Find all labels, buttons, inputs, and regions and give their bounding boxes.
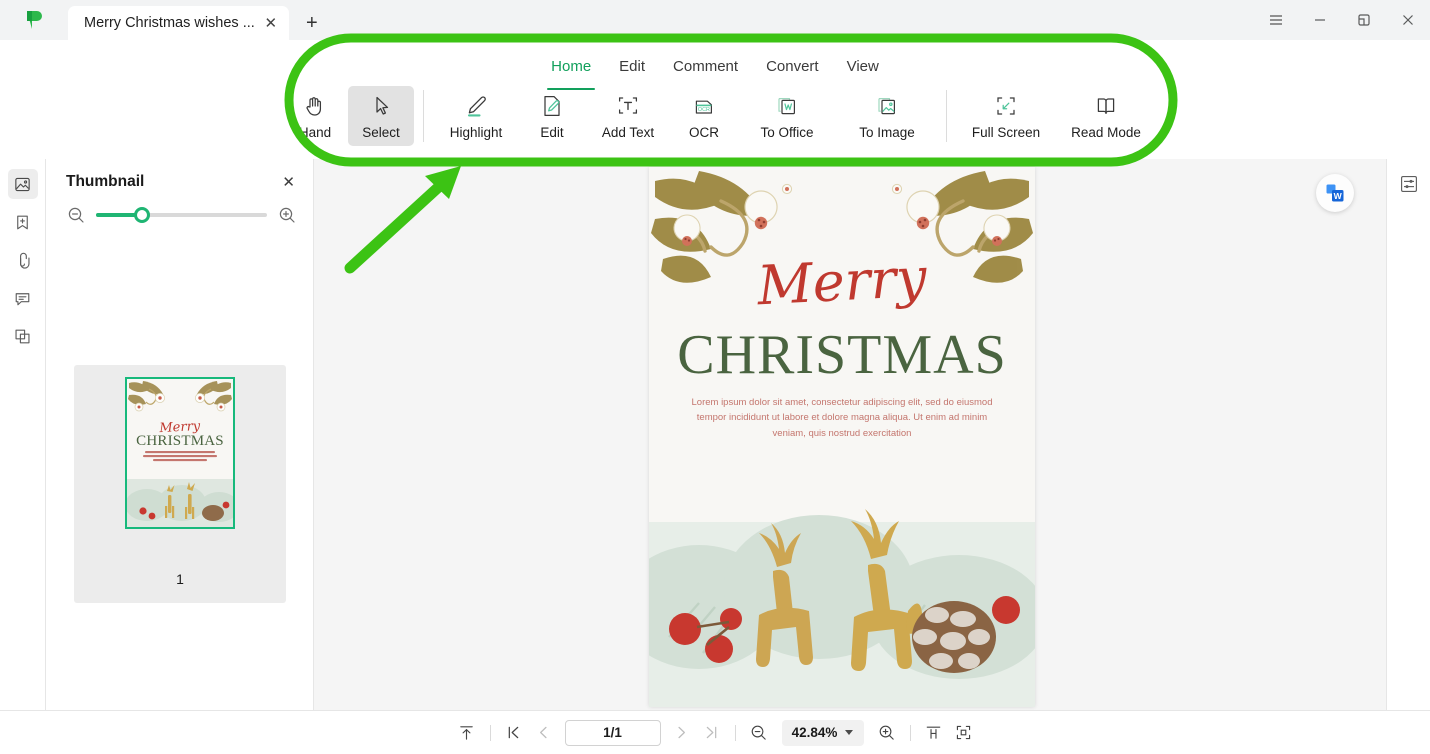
tool-edit-label: Edit [540, 125, 564, 140]
thumbnail-page-preview: Merry CHRISTMAS [125, 377, 235, 529]
thumbnail-zoom-slider[interactable] [96, 207, 267, 223]
window-menu-icon[interactable] [1254, 0, 1298, 40]
tool-select-label: Select [362, 125, 400, 140]
tool-edit[interactable]: Edit [519, 86, 585, 146]
tool-hand[interactable]: Hand [282, 86, 348, 146]
thumbnail-panel-title: Thumbnail [66, 173, 145, 190]
right-panel-rail [1386, 159, 1430, 710]
tool-add-text-label: Add Text [601, 125, 655, 140]
tab-comment[interactable]: Comment [659, 56, 752, 86]
thumbnail-panel: Thumbnail ✕ Merry CHRISTMAS 1 [46, 159, 314, 710]
ribbon-tab-strip: Home Edit Comment Convert View [0, 56, 1430, 90]
tool-to-office[interactable]: To Office [737, 86, 837, 146]
ocr-icon: OCR [691, 92, 717, 120]
thumbnail-zoom-slider-row [46, 191, 313, 225]
document-tab[interactable]: Merry Christmas wishes ... ✕ [68, 6, 289, 40]
divider [734, 724, 736, 741]
open-book-icon [1093, 92, 1119, 120]
tab-home[interactable]: Home [537, 56, 605, 90]
divider [489, 724, 491, 741]
minimize-icon[interactable] [1298, 0, 1342, 40]
page-number-input[interactable]: 1/1 [564, 719, 661, 746]
to-image-icon [874, 92, 900, 120]
tab-edit[interactable]: Edit [605, 56, 659, 86]
thumbnail-panel-header: Thumbnail ✕ [46, 159, 313, 191]
slider-handle[interactable] [133, 207, 150, 223]
previous-page-icon[interactable] [529, 718, 559, 748]
zoom-level-selector[interactable]: 42.84% [781, 719, 864, 746]
tab-convert[interactable]: Convert [752, 56, 833, 86]
thumbnail-page-number: 1 [176, 571, 184, 587]
scroll-to-top-icon[interactable] [452, 718, 482, 748]
restore-icon[interactable] [1342, 0, 1386, 40]
divider [423, 90, 424, 142]
zoom-out-icon[interactable] [744, 718, 774, 748]
title-bar: Merry Christmas wishes ... ✕ + [0, 0, 1430, 40]
tool-full-screen[interactable]: Full Screen [956, 86, 1056, 146]
app-logo-icon [0, 0, 68, 40]
add-text-icon [615, 92, 641, 120]
to-office-word-icon [774, 92, 800, 120]
left-panel-rail [0, 159, 46, 710]
document-page: Merry CHRISTMAS Lorem ipsum dolor sit am… [649, 167, 1035, 707]
tool-highlight-label: Highlight [449, 125, 503, 140]
divider [909, 724, 911, 741]
tool-add-text[interactable]: Add Text [585, 86, 671, 146]
pencil-document-icon [539, 92, 565, 120]
word-convert-badge-icon[interactable]: W [1316, 174, 1354, 212]
sidebar-item-bookmark[interactable] [8, 207, 38, 237]
svg-text:CHRISTMAS: CHRISTMAS [136, 433, 224, 449]
tool-read-mode-label: Read Mode [1071, 125, 1141, 140]
tab-view[interactable]: View [833, 56, 893, 86]
fit-page-icon[interactable] [949, 718, 979, 748]
chevron-down-icon [845, 730, 854, 735]
tab-title: Merry Christmas wishes ... [84, 15, 255, 31]
tab-close-icon[interactable]: ✕ [261, 13, 281, 33]
tool-ocr-label: OCR [689, 125, 719, 140]
tool-hand-label: Hand [298, 125, 332, 140]
divider [946, 90, 947, 142]
sidebar-item-layers[interactable] [8, 321, 38, 351]
document-body-text: Lorem ipsum dolor sit amet, consectetur … [691, 397, 993, 439]
document-viewport[interactable]: Merry CHRISTMAS Lorem ipsum dolor sit am… [314, 159, 1386, 710]
tool-to-image[interactable]: To Image [837, 86, 937, 146]
sidebar-item-comment[interactable] [8, 283, 38, 313]
fit-width-icon[interactable] [919, 718, 949, 748]
svg-text:OCR: OCR [698, 107, 710, 113]
sidebar-item-thumbnail[interactable] [7, 169, 38, 199]
zoom-out-icon[interactable] [66, 205, 86, 225]
thumbnail-list-item[interactable]: Merry CHRISTMAS 1 [74, 365, 286, 603]
status-bar: 1/1 42.84% [0, 710, 1430, 754]
tool-read-mode[interactable]: Read Mode [1056, 86, 1156, 146]
tool-to-office-label: To Office [760, 125, 814, 140]
tool-ocr[interactable]: OCR OCR [671, 86, 737, 146]
close-icon[interactable] [1386, 0, 1430, 40]
zoom-level-value: 42.84% [791, 725, 838, 740]
highlighter-pen-icon [463, 92, 489, 120]
tool-to-image-label: To Image [859, 125, 915, 140]
ribbon-tool-group: Hand Select Highlight Edit Add Text OCR … [282, 86, 1156, 146]
ribbon: Home Edit Comment Convert View Hand Sele… [0, 48, 1430, 159]
tool-highlight[interactable]: Highlight [433, 86, 519, 146]
new-tab-button[interactable]: + [295, 6, 329, 40]
tool-full-screen-label: Full Screen [971, 125, 1041, 140]
svg-text:W: W [1334, 191, 1343, 201]
close-icon[interactable]: ✕ [282, 173, 295, 191]
application-window: Merry Christmas wishes ... ✕ + Home Edit… [0, 0, 1430, 754]
tool-select[interactable]: Select [348, 86, 414, 146]
next-page-icon[interactable] [667, 718, 697, 748]
first-page-icon[interactable] [499, 718, 529, 748]
zoom-in-icon[interactable] [277, 205, 297, 225]
hand-icon [302, 92, 328, 120]
document-main-title: CHRISTMAS [677, 324, 1007, 386]
full-screen-icon [993, 92, 1019, 120]
zoom-in-icon[interactable] [872, 718, 902, 748]
window-controls [1254, 0, 1430, 40]
sidebar-item-attachment[interactable] [8, 245, 38, 275]
properties-panel-icon[interactable] [1394, 169, 1424, 199]
last-page-icon[interactable] [697, 718, 727, 748]
cursor-arrow-icon [368, 92, 394, 120]
